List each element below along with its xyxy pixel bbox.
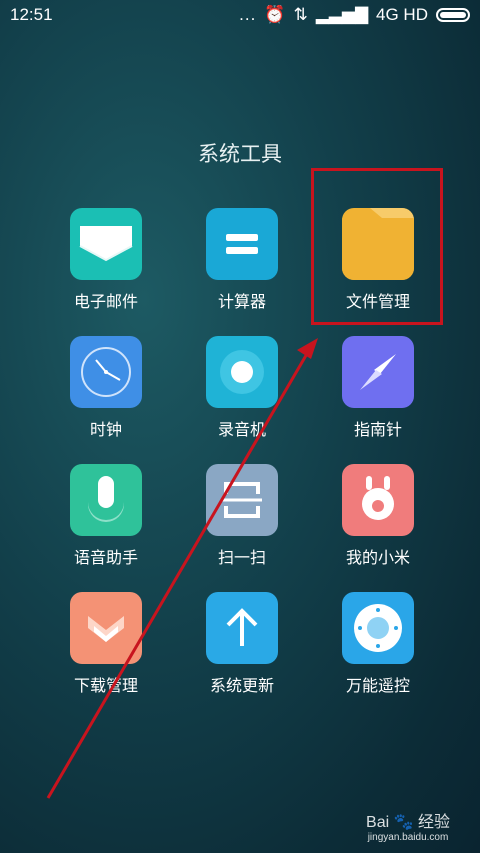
- annotation-arrow: [46, 338, 318, 799]
- watermark-brand-suffix: 经验: [417, 814, 450, 831]
- baidu-watermark: Bai 🐾 经验 jingyan.baidu.com: [366, 808, 450, 843]
- paw-icon: 🐾: [393, 814, 414, 831]
- watermark-url: jingyan.baidu.com: [367, 832, 449, 843]
- watermark-brand: Bai: [366, 814, 390, 831]
